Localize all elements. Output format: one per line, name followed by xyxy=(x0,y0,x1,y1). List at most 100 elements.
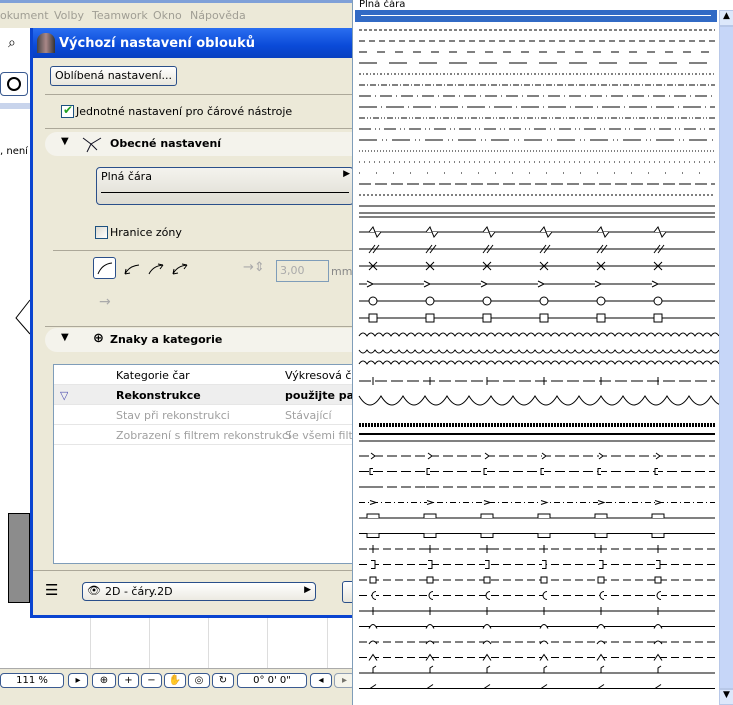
line-symbol xyxy=(655,452,661,460)
line-symbol xyxy=(540,576,548,584)
line-symbol xyxy=(369,468,373,475)
line-symbol xyxy=(596,640,606,645)
scrollbar[interactable]: ▲ ▼ xyxy=(719,10,733,705)
previous-zoom-icon[interactable]: ◂ xyxy=(310,673,332,688)
table-row[interactable]: ▽ Rekonstrukce použijte paletu xyxy=(54,385,354,405)
collapse-triangle-icon[interactable]: ▼ xyxy=(61,136,69,147)
line-type-option[interactable] xyxy=(358,395,719,406)
line-type-selector[interactable]: Plná čára ▶ xyxy=(96,167,354,205)
menu-bar: okument Volby Teamwork Okno Nápověda xyxy=(0,0,355,28)
check-icon: ✔ xyxy=(63,103,74,117)
line-symbol xyxy=(653,313,663,323)
menu-options[interactable]: Volby xyxy=(54,9,84,22)
unified-settings-checkbox[interactable]: ✔ xyxy=(61,103,74,118)
table-row[interactable]: Stav při rekonstrukci Stávající xyxy=(54,405,354,425)
zoom-toggle-icon[interactable]: ⊕ xyxy=(92,673,116,688)
divider xyxy=(45,326,357,327)
line-symbol xyxy=(371,591,377,600)
line-type-option[interactable] xyxy=(358,332,719,337)
line-type-option-selected[interactable] xyxy=(355,10,717,22)
line-symbol xyxy=(429,665,434,673)
line-symbol xyxy=(480,533,494,538)
line-symbol xyxy=(369,500,378,505)
row-label: Zobrazení s filtrem rekonstrukcí xyxy=(116,429,292,442)
row-value: Výkresová čára xyxy=(285,369,354,382)
line-symbol xyxy=(656,591,662,600)
categories-section[interactable]: ▼ ⊕ Znaky a kategorie xyxy=(45,328,357,352)
menu-help[interactable]: Nápověda xyxy=(190,9,246,22)
line-type-popup: Plná čára ▲ ▼ xyxy=(352,0,733,705)
general-settings-section[interactable]: ▼ Obecné nastavení xyxy=(45,132,357,156)
line-symbol xyxy=(540,500,549,505)
line-symbol xyxy=(598,452,604,460)
line-symbol xyxy=(371,560,376,569)
arrow-size-input[interactable]: 3,00 xyxy=(276,260,329,282)
expand-triangle-icon[interactable]: ▽ xyxy=(60,389,68,402)
line-type-option[interactable] xyxy=(358,360,719,365)
arrow-none-button[interactable] xyxy=(93,257,116,279)
line-symbol xyxy=(370,452,376,460)
arc-end-arrow-icon[interactable] xyxy=(145,259,165,279)
line-symbol xyxy=(485,591,491,600)
line-symbol xyxy=(539,640,549,645)
line-symbol xyxy=(653,226,667,238)
scroll-up-icon[interactable]: ▲ xyxy=(719,10,733,26)
popup-arrow-icon: ▶ xyxy=(343,169,350,179)
line-symbol xyxy=(372,665,377,673)
arc-start-arrow-icon[interactable] xyxy=(121,259,141,279)
row-label: Rekonstrukce xyxy=(116,389,201,402)
line-symbol xyxy=(480,513,494,518)
scroll-thumb[interactable] xyxy=(719,26,733,689)
line-symbol xyxy=(369,545,377,553)
favorites-button[interactable]: Oblíbená nastavení... xyxy=(50,66,177,86)
zoom-level-field[interactable]: 111 % xyxy=(0,673,64,688)
line-symbol xyxy=(597,468,601,475)
layer-value: 2D - čáry.2D xyxy=(105,585,173,598)
line-symbol xyxy=(486,665,491,673)
arrow-size-unit: mm xyxy=(331,265,353,278)
line-symbol xyxy=(537,280,546,288)
zoom-tool-icon[interactable]: ⌕ xyxy=(8,35,16,51)
zoom-out-icon[interactable]: − xyxy=(141,673,162,688)
row-label: Kategorie čar xyxy=(116,369,190,382)
menu-window[interactable]: Okno xyxy=(153,9,182,22)
line-type-list[interactable] xyxy=(353,22,719,705)
grid-line xyxy=(208,618,209,668)
divider xyxy=(45,128,357,129)
zoom-in-icon[interactable]: + xyxy=(118,673,139,688)
line-symbol xyxy=(425,624,435,629)
table-row[interactable]: Zobrazení s filtrem rekonstrukcí Se všemi… xyxy=(54,425,354,445)
table-row[interactable]: Kategorie čar Výkresová čára xyxy=(54,365,354,385)
zoom-menu-arrow[interactable]: ▸ xyxy=(68,673,88,688)
angle-field[interactable]: 0° 0' 0" xyxy=(237,673,307,688)
rotate-view-icon[interactable]: ↻ xyxy=(212,673,234,688)
line-symbol xyxy=(599,560,604,569)
popup-arrow-icon: ▶ xyxy=(304,585,311,595)
line-symbol xyxy=(599,591,605,600)
circle-icon xyxy=(7,77,21,91)
line-preview xyxy=(101,192,349,193)
layer-selector[interactable]: 👁 2D - čáry.2D ▶ xyxy=(82,582,316,601)
pan-hand-icon[interactable]: ✋ xyxy=(164,673,186,688)
zone-boundary-checkbox[interactable] xyxy=(95,226,108,239)
divider xyxy=(53,250,357,251)
arc-both-arrows-icon[interactable] xyxy=(169,259,189,279)
line-symbol xyxy=(654,545,662,553)
circle-tool-button[interactable] xyxy=(0,72,28,96)
divider xyxy=(33,570,357,571)
menu-document[interactable]: okument xyxy=(0,9,49,22)
fit-in-window-icon[interactable]: ◎ xyxy=(188,673,210,688)
popup-header: Plná čára xyxy=(359,0,406,10)
divider xyxy=(45,94,357,95)
unified-settings-label: Jednotné nastavení pro čárové nástroje xyxy=(76,105,293,118)
line-symbol xyxy=(482,624,492,629)
line-symbol xyxy=(600,665,605,673)
line-symbol xyxy=(425,313,435,323)
line-symbol xyxy=(482,313,492,323)
line-symbol xyxy=(654,500,663,505)
menu-teamwork[interactable]: Teamwork xyxy=(92,9,148,22)
arrow-type-icon[interactable]: → xyxy=(99,294,111,310)
scroll-down-icon[interactable]: ▼ xyxy=(719,689,733,705)
line-type-option[interactable] xyxy=(358,349,719,354)
collapse-triangle-icon[interactable]: ▼ xyxy=(61,332,69,343)
